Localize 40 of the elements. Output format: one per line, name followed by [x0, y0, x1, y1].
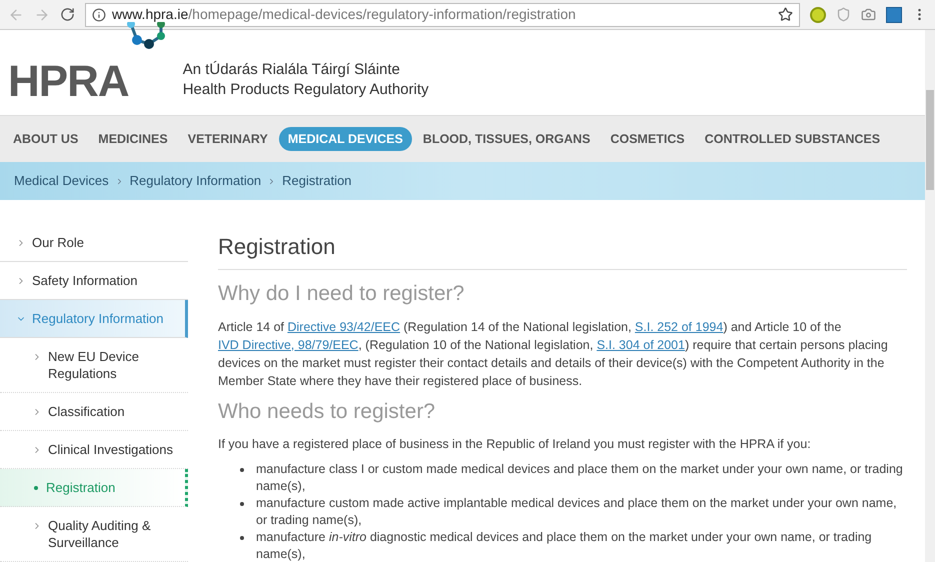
nav-tab[interactable]: COSMETICS — [601, 126, 694, 152]
address-bar[interactable]: www.hpra.ie/homepage/medical-devices/regulatory-information/registration — [85, 2, 800, 26]
bullet-icon — [240, 502, 244, 506]
extension-icon[interactable] — [810, 6, 826, 22]
breadcrumb-link[interactable]: Registration — [282, 171, 352, 191]
reload-icon[interactable] — [60, 7, 75, 22]
url-text: www.hpra.ie/homepage/medical-devices/regulatory-information/registration — [112, 5, 577, 24]
forward-icon[interactable] — [34, 6, 50, 22]
sidebar-item[interactable]: Regulatory Information — [0, 300, 188, 338]
info-icon — [92, 8, 106, 22]
section-heading: Who needs to register? — [218, 398, 436, 424]
nav-tab[interactable]: BLOOD, TISSUES, ORGANS — [414, 126, 600, 152]
link[interactable]: S.I. 252 of 1994 — [634, 320, 724, 334]
breadcrumb-link[interactable]: Regulatory Information — [130, 171, 262, 191]
bullet-icon — [34, 486, 38, 490]
paragraph: If you have a registered place of business in the Republic of Ireland you must register with the HPRA if you: — [218, 436, 812, 453]
list-item: manufacture in-vitro diagnostic medical devices and place them on the market under your own name, or trading name(s), — [256, 529, 873, 562]
page-title: Registration — [218, 230, 907, 270]
link[interactable]: Directive 93/42/EEC — [287, 320, 400, 334]
extension-icon[interactable] — [886, 6, 902, 22]
scrollbar[interactable] — [925, 30, 935, 562]
sidebar-item[interactable]: Registration — [0, 469, 188, 507]
breadcrumb-link[interactable]: Medical Devices — [14, 171, 109, 191]
shield-icon[interactable] — [836, 7, 851, 22]
star-icon[interactable] — [778, 7, 793, 22]
logo-text: HPRA — [8, 60, 129, 104]
bullet-icon — [240, 468, 244, 472]
nav-tab[interactable]: ABOUT US — [4, 126, 88, 152]
link[interactable]: IVD Directive, 98/79/EEC — [218, 338, 358, 352]
paragraph: Article 14 of Directive 93/42/EEC (Regulation 14 of the National legislation, S.I. 252 of 1994) and Article 10 of the IVD Directive, 98/79/EEC, (Regulation 10 of the National legislation, S.I. 304 of 2001) require that certain persons placing devices on the market must register their contact details and details of their device(s) with the Competent Authority in the Member State where they have their registered place of business. — [218, 318, 889, 390]
link[interactable]: S.I. 304 of 2001 — [596, 338, 685, 352]
camera-icon[interactable] — [861, 7, 876, 22]
nav-tab[interactable]: CONTROLLED SUBSTANCES — [696, 126, 890, 152]
header-title: An tÚdarás Rialála Táirgí Sláinte — [182, 60, 402, 80]
nav-tab[interactable]: MEDICINES — [89, 126, 177, 152]
section-heading: Why do I need to register? — [218, 281, 466, 307]
back-icon[interactable] — [8, 6, 24, 22]
header-title: Health Products Regulatory Authority — [182, 80, 429, 100]
nav-tab[interactable]: VETERINARY — [178, 126, 277, 152]
bullet-icon — [240, 536, 244, 540]
